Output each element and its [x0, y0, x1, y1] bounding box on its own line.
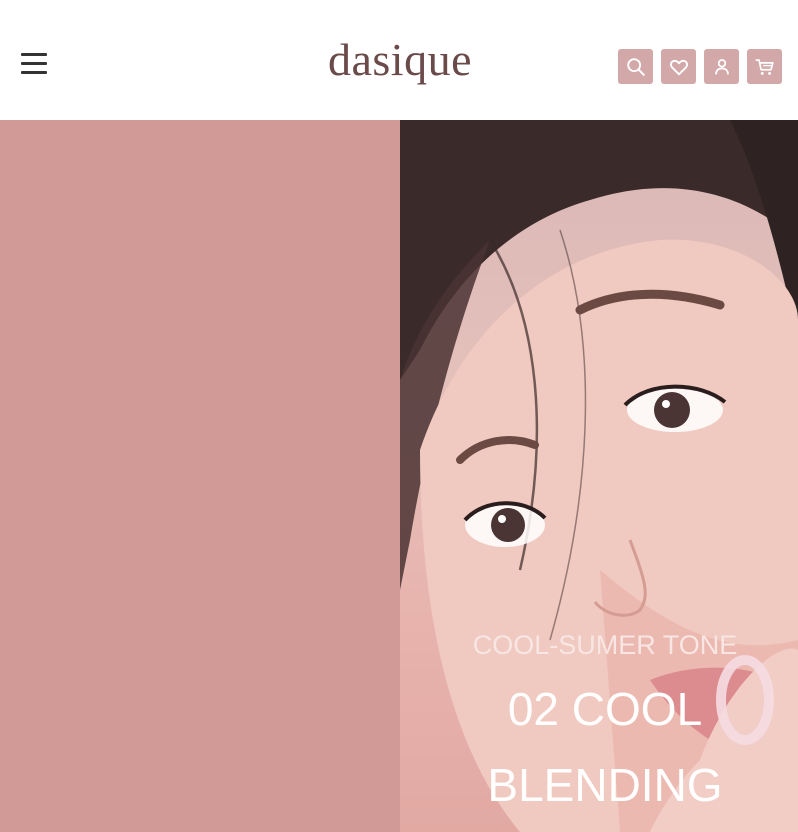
- search-icon: [626, 57, 645, 76]
- wishlist-button[interactable]: [661, 49, 696, 84]
- hero-subtitle: COOL-SUMER TONE: [472, 630, 738, 660]
- cart-button[interactable]: [747, 49, 782, 84]
- hero-color-panel: [0, 120, 400, 832]
- search-button[interactable]: [618, 49, 653, 84]
- site-header: dasique: [0, 0, 798, 120]
- cart-icon: [754, 58, 774, 75]
- hero-title-line1: 02 COOL: [507, 683, 703, 735]
- user-icon: [714, 58, 729, 74]
- account-button[interactable]: [704, 49, 739, 84]
- hamburger-menu-icon[interactable]: [20, 52, 48, 76]
- brand-logo[interactable]: dasique: [300, 30, 500, 90]
- heart-icon: [669, 59, 688, 75]
- hero-title-line2: BLENDING: [487, 759, 723, 811]
- hero-banner[interactable]: COOL-SUMER TONE 02 COOL BLENDING: [0, 120, 798, 832]
